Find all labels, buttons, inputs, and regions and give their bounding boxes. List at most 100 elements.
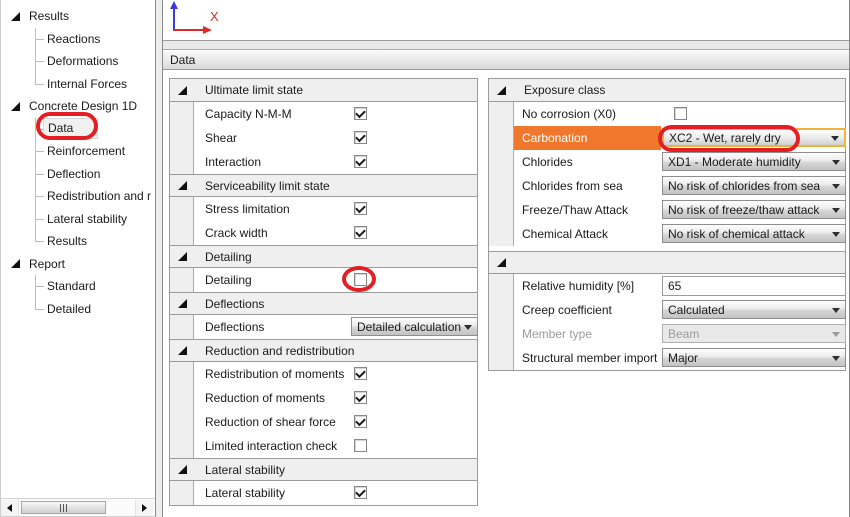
row-gutter bbox=[170, 102, 194, 126]
row-reduction-moments: Reduction of moments bbox=[170, 386, 477, 410]
stress-limitation-checkbox[interactable] bbox=[354, 202, 367, 215]
shear-checkbox[interactable] bbox=[354, 131, 367, 144]
tree-item-concrete-design-1d[interactable]: Concrete Design 1D bbox=[1, 95, 155, 118]
scroll-left-button[interactable] bbox=[1, 500, 19, 516]
tree-item-redistribution[interactable]: Redistribution and r bbox=[1, 185, 155, 208]
collapse-triangle-icon[interactable] bbox=[178, 181, 187, 190]
reduction-moments-checkbox[interactable] bbox=[354, 391, 367, 404]
redistribution-moments-checkbox[interactable] bbox=[354, 367, 367, 380]
section-serviceability-limit-state[interactable]: Serviceability limit state bbox=[170, 174, 477, 197]
relative-humidity-input[interactable] bbox=[662, 276, 846, 296]
chlorides-dropdown[interactable]: XD1 - Moderate humidity bbox=[662, 152, 846, 171]
tree-item-report[interactable]: Report bbox=[1, 253, 155, 276]
row-gutter bbox=[489, 126, 514, 150]
row-label: Redistribution of moments bbox=[205, 367, 344, 381]
grip-icon bbox=[66, 504, 67, 512]
chevron-down-icon bbox=[832, 160, 840, 165]
row-gutter bbox=[489, 322, 514, 346]
tree-item-label: Redistribution and r bbox=[47, 189, 151, 203]
row-chemical-attack: Chemical Attack No risk of chemical atta… bbox=[489, 222, 845, 246]
tree-item-data[interactable]: Data bbox=[1, 118, 155, 141]
tree-item-detailed[interactable]: Detailed bbox=[1, 298, 155, 321]
row-gutter bbox=[489, 150, 514, 174]
no-corrosion-checkbox[interactable] bbox=[674, 107, 687, 120]
expander-icon[interactable] bbox=[11, 259, 20, 268]
row-deflections: Deflections Detailed calculation bbox=[170, 315, 477, 339]
section-reduction-redistribution[interactable]: Reduction and redistribution bbox=[170, 339, 477, 362]
collapse-triangle-icon[interactable] bbox=[178, 465, 187, 474]
deflections-dropdown[interactable]: Detailed calculation bbox=[351, 317, 478, 336]
expander-icon[interactable] bbox=[11, 12, 20, 21]
chlorides-sea-dropdown-value: No risk of chlorides from sea bbox=[668, 179, 820, 193]
collapse-triangle-icon[interactable] bbox=[178, 252, 187, 261]
tree-item-reinforcement[interactable]: Reinforcement bbox=[1, 140, 155, 163]
row-label: Deflections bbox=[205, 320, 264, 334]
tree-item-reactions[interactable]: Reactions bbox=[1, 28, 155, 51]
lateral-stability-checkbox[interactable] bbox=[354, 486, 367, 499]
scroll-right-button[interactable] bbox=[135, 500, 153, 516]
crack-width-checkbox[interactable] bbox=[354, 226, 367, 239]
horizontal-scrollbar[interactable] bbox=[1, 498, 155, 516]
arrow-left-icon bbox=[7, 504, 12, 512]
tree-item-internal-forces[interactable]: Internal Forces bbox=[1, 73, 155, 96]
creep-coefficient-dropdown[interactable]: Calculated bbox=[662, 300, 846, 319]
tree-item-results[interactable]: Results bbox=[1, 5, 155, 28]
tree-item-label: Report bbox=[29, 257, 65, 271]
capacity-checkbox[interactable] bbox=[354, 107, 367, 120]
collapse-triangle-icon[interactable] bbox=[497, 258, 506, 267]
tree-item-deformations[interactable]: Deformations bbox=[1, 50, 155, 73]
section-lateral-stability[interactable]: Lateral stability bbox=[170, 458, 477, 481]
scrollbar-thumb[interactable] bbox=[21, 501, 106, 514]
section-deflections[interactable]: Deflections bbox=[170, 292, 477, 315]
section-title: Serviceability limit state bbox=[205, 179, 330, 193]
reduction-shear-checkbox[interactable] bbox=[354, 415, 367, 428]
detailing-checkbox[interactable] bbox=[354, 273, 367, 286]
expander-icon[interactable] bbox=[11, 102, 20, 111]
tree-item-label: Reinforcement bbox=[47, 144, 125, 158]
row-label: Chlorides bbox=[522, 155, 573, 169]
chemical-attack-dropdown[interactable]: No risk of chemical attack bbox=[662, 224, 846, 243]
structural-member-import-dropdown[interactable]: Major bbox=[662, 348, 846, 367]
tree-item-label: Deformations bbox=[47, 54, 118, 68]
collapse-triangle-icon[interactable] bbox=[497, 86, 506, 95]
row-gutter bbox=[170, 362, 194, 386]
section-title: Exposure class bbox=[524, 83, 605, 97]
row-limited-interaction: Limited interaction check bbox=[170, 434, 477, 458]
tree-item-results-child[interactable]: Results bbox=[1, 230, 155, 253]
tree-item-lateral-stability[interactable]: Lateral stability bbox=[1, 208, 155, 231]
collapse-triangle-icon[interactable] bbox=[178, 299, 187, 308]
checks-property-box: Ultimate limit state Capacity N-M-M Shea… bbox=[169, 78, 478, 506]
row-gutter bbox=[170, 150, 194, 174]
row-crack-width: Crack width bbox=[170, 221, 477, 245]
row-detailing: Detailing bbox=[170, 268, 477, 292]
row-structural-member-import: Structural member import Major bbox=[489, 346, 845, 370]
interaction-checkbox[interactable] bbox=[354, 155, 367, 168]
row-gutter bbox=[489, 274, 514, 298]
carbonation-dropdown[interactable]: XC2 - Wet, rarely dry bbox=[662, 128, 846, 147]
chlorides-sea-dropdown[interactable]: No risk of chlorides from sea bbox=[662, 176, 846, 195]
tree-item-label: Internal Forces bbox=[47, 77, 127, 91]
axis-x-arrowhead-icon bbox=[203, 26, 212, 34]
row-gutter bbox=[170, 481, 194, 505]
tree-item-label: Lateral stability bbox=[47, 212, 127, 226]
section-general-unnamed[interactable] bbox=[489, 251, 845, 274]
tree-item-label: Concrete Design 1D bbox=[29, 99, 137, 113]
tree-item-standard[interactable]: Standard bbox=[1, 275, 155, 298]
navigation-tree: Results Reactions Deformations Internal … bbox=[1, 0, 155, 320]
tree-item-deflection[interactable]: Deflection bbox=[1, 163, 155, 186]
tree-item-label: Detailed bbox=[47, 302, 91, 316]
row-gutter bbox=[170, 315, 194, 339]
limited-interaction-checkbox[interactable] bbox=[354, 439, 367, 452]
model-viewport[interactable]: Z X bbox=[163, 0, 849, 41]
section-ultimate-limit-state[interactable]: Ultimate limit state bbox=[170, 79, 477, 102]
carbonation-label-cell: Carbonation bbox=[514, 126, 661, 150]
tree-item-label: Deflection bbox=[47, 167, 100, 181]
navigation-sidebar: Results Reactions Deformations Internal … bbox=[0, 0, 156, 517]
axis-z-icon bbox=[173, 8, 175, 31]
freeze-thaw-dropdown[interactable]: No risk of freeze/thaw attack bbox=[662, 200, 846, 219]
collapse-triangle-icon[interactable] bbox=[178, 86, 187, 95]
collapse-triangle-icon[interactable] bbox=[178, 346, 187, 355]
axis-z-arrowhead-icon bbox=[170, 1, 178, 9]
section-detailing[interactable]: Detailing bbox=[170, 245, 477, 268]
section-exposure-class[interactable]: Exposure class bbox=[489, 79, 845, 102]
